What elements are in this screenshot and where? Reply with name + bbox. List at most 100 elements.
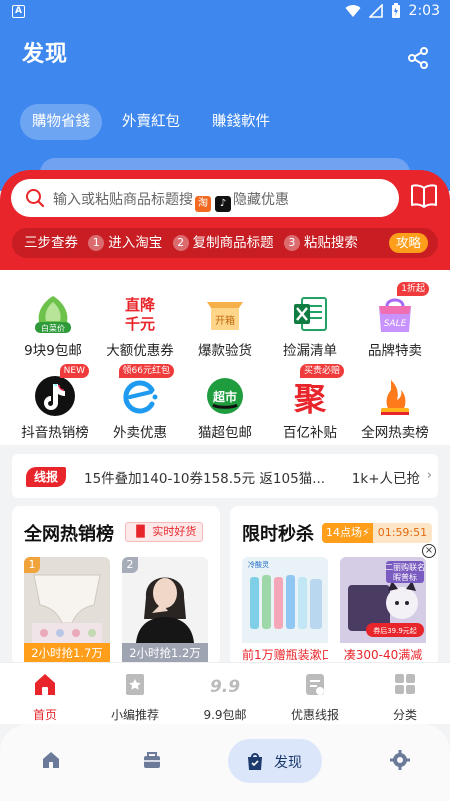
realtime-badge: ▐▌ 实时好货: [125, 522, 204, 542]
unboxing-label: 开箱: [215, 314, 235, 327]
grid-item-tmall-supermarket[interactable]: 超市 猫超包邮: [180, 374, 270, 441]
tab-home[interactable]: 首页: [0, 671, 90, 723]
search-panel: 输入或粘贴商品标题搜淘 ♪ 隐藏优惠 三步查券 1 进入淘宝 2 复制商品标题 3 粘贴搜…: [0, 170, 450, 270]
shopping-bag-icon: [248, 753, 262, 770]
step-number: 3: [283, 235, 300, 251]
tab-label: 首页: [32, 708, 57, 722]
grid-item-brand-sale[interactable]: 1折起 SALE 品牌特卖: [350, 282, 440, 359]
grid-label: 大额优惠券: [106, 343, 174, 359]
brand-sale-tag: 1折起: [397, 282, 429, 296]
supermarket-label: 超市: [212, 389, 237, 404]
hot-list-card[interactable]: 全网热销榜 ▐▌ 实时好货 1 2小时抢1.7万 2 2小时抢1.2万: [12, 506, 220, 666]
news-count: 1k+人已抢: [351, 471, 420, 487]
tab-label: 小编推荐: [110, 708, 159, 722]
search-placeholder-text-a: 输入或粘贴商品标题搜: [53, 192, 193, 208]
juhuasuan-label: 聚: [293, 380, 327, 418]
big-discount-line2: 千元: [125, 315, 155, 333]
brand-sale-icon: 1折起 SALE: [373, 282, 429, 336]
steps-lead: 三步查券: [24, 235, 78, 251]
nav-discover-button[interactable]: 发现: [228, 739, 322, 783]
chip-earning-apps[interactable]: 賺錢軟件: [200, 104, 282, 140]
product-tile[interactable]: 1 2小时抢1.7万: [24, 557, 110, 666]
big-discount-line1: 直降: [125, 296, 156, 314]
grid-item-bargain-list[interactable]: 捡漏清单: [265, 292, 355, 359]
hot-sale-icon: [373, 374, 417, 418]
tab-deal-report[interactable]: 优惠线报: [270, 671, 360, 723]
home-icon: [35, 674, 55, 695]
bottom-nav-background: [0, 724, 450, 801]
grid-label: 捡漏清单: [283, 343, 337, 359]
search-input[interactable]: 输入或粘贴商品标题搜淘 ♪ 隐藏优惠: [11, 179, 399, 217]
deal-report-icon: [306, 674, 324, 695]
grid-item-takeout-deals[interactable]: 领66元红包 外卖优惠: [95, 364, 185, 441]
session-text: 14点场: [326, 526, 362, 539]
session-label: 14点场⚡: [322, 523, 373, 543]
close-icon[interactable]: ×: [422, 544, 436, 558]
deal-news-bar[interactable]: 线报 15件叠加140-10券158.5元 返105猫... 1k+人已抢 ›: [12, 454, 438, 498]
signal-icon: [368, 4, 383, 18]
product-tile[interactable]: 二丽购联名 暇普标 券后39.9元起 凑300-40满减: [340, 557, 426, 666]
chevron-right-icon: ›: [426, 468, 432, 483]
tab-label: 优惠线报: [290, 708, 339, 722]
product-caption: 前1万赠瓶装漱口: [242, 648, 328, 662]
grid-label: 品牌特卖: [368, 343, 422, 359]
step-label: 复制商品标题: [192, 235, 274, 251]
share-icon[interactable]: [406, 46, 430, 70]
grid-label: 猫超包邮: [198, 425, 252, 441]
nav-settings-icon[interactable]: [385, 745, 415, 775]
grid-item-douyin-hot[interactable]: NEW 抖音热销榜: [10, 364, 100, 441]
hot-card-title: 全网热销榜: [24, 524, 114, 545]
nav-toolbox-icon[interactable]: [137, 745, 167, 775]
brand-sale-label: SALE: [384, 319, 407, 329]
big-discount-icon: 直降 千元: [118, 292, 162, 336]
tab-nine-nine[interactable]: 9.9 9.9包邮: [180, 671, 270, 723]
search-placeholder-text-b: 隐藏优惠: [233, 192, 289, 208]
eleme-icon: 领66元红包: [118, 364, 174, 418]
spreadsheet-icon: [288, 292, 332, 336]
grid-item-nine-nine[interactable]: 白菜价 9块9包邮: [8, 292, 98, 359]
chip-shopping[interactable]: 購物省錢: [20, 104, 102, 140]
battery-icon: [391, 3, 400, 18]
grid-label: 抖音热销榜: [21, 425, 89, 441]
book-icon[interactable]: [410, 184, 438, 208]
unboxing-icon: 开箱: [203, 292, 247, 336]
guide-button[interactable]: 攻略: [388, 233, 428, 253]
step-label: 粘贴搜索: [303, 235, 358, 251]
bar-chart-icon: ▐▌: [132, 525, 149, 538]
promo-line1: 二丽购联名: [385, 562, 425, 572]
tab-editor-pick[interactable]: 小编推荐: [90, 671, 180, 723]
grid-label: 全网热卖榜: [361, 425, 429, 441]
grid-item-hot-list[interactable]: 全网热卖榜: [350, 374, 440, 441]
lightning-icon: ⚡: [362, 526, 370, 539]
product-caption: 2小时抢1.7万: [24, 643, 110, 663]
search-icon: [26, 189, 45, 208]
white-price-icon: 白菜价: [31, 292, 75, 336]
chip-takeout[interactable]: 外賣紅包: [110, 104, 192, 140]
tab-category[interactable]: 分类: [360, 671, 450, 723]
bottom-navigation: 发现: [0, 724, 450, 801]
product-image-mouthwash: 冷酸灵: [242, 557, 328, 643]
taobao-icon: 淘: [195, 196, 211, 212]
status-bar: A 2:03: [0, 0, 450, 26]
rank-badge: 1: [24, 557, 40, 573]
tab-label: 9.9包邮: [203, 708, 247, 722]
juhuasuan-icon: 买贵必赔 聚: [288, 364, 344, 418]
white-price-label: 白菜价: [41, 323, 65, 333]
grid-item-subsidy[interactable]: 买贵必赔 聚 百亿补贴: [265, 364, 355, 441]
mouthwash-brand-label: 冷酸灵: [248, 560, 269, 569]
grid-label: 百亿补贴: [283, 425, 337, 441]
flash-sale-card[interactable]: 限时秒杀 14点场⚡ 01:59:51 冷酸灵 前1万赠瓶装漱口 二丽购联名 暇…: [230, 506, 438, 666]
feature-grid: 白菜价 9块9包邮 直降 千元 大额优惠券 开箱 爆款验货 捡漏清单 1折起 SA…: [0, 270, 450, 445]
nav-home-icon[interactable]: [36, 745, 66, 775]
nav-discover-label: 发现: [274, 755, 302, 771]
grid-label: 外卖优惠: [113, 425, 167, 441]
product-tile[interactable]: 冷酸灵 前1万赠瓶装漱口: [242, 557, 328, 666]
editor-pick-icon: [126, 674, 144, 695]
grid-item-unboxing[interactable]: 开箱 爆款验货: [180, 292, 270, 359]
product-tile[interactable]: 2 2小时抢1.2万: [122, 557, 208, 666]
subsidy-tag: 买贵必赔: [299, 364, 344, 378]
category-icon: [395, 674, 415, 694]
wifi-icon: [345, 5, 361, 18]
grid-item-big-coupon[interactable]: 直降 千元 大额优惠券: [95, 292, 185, 359]
search-placeholder: 输入或粘贴商品标题搜淘 ♪ 隐藏优惠: [53, 189, 289, 212]
